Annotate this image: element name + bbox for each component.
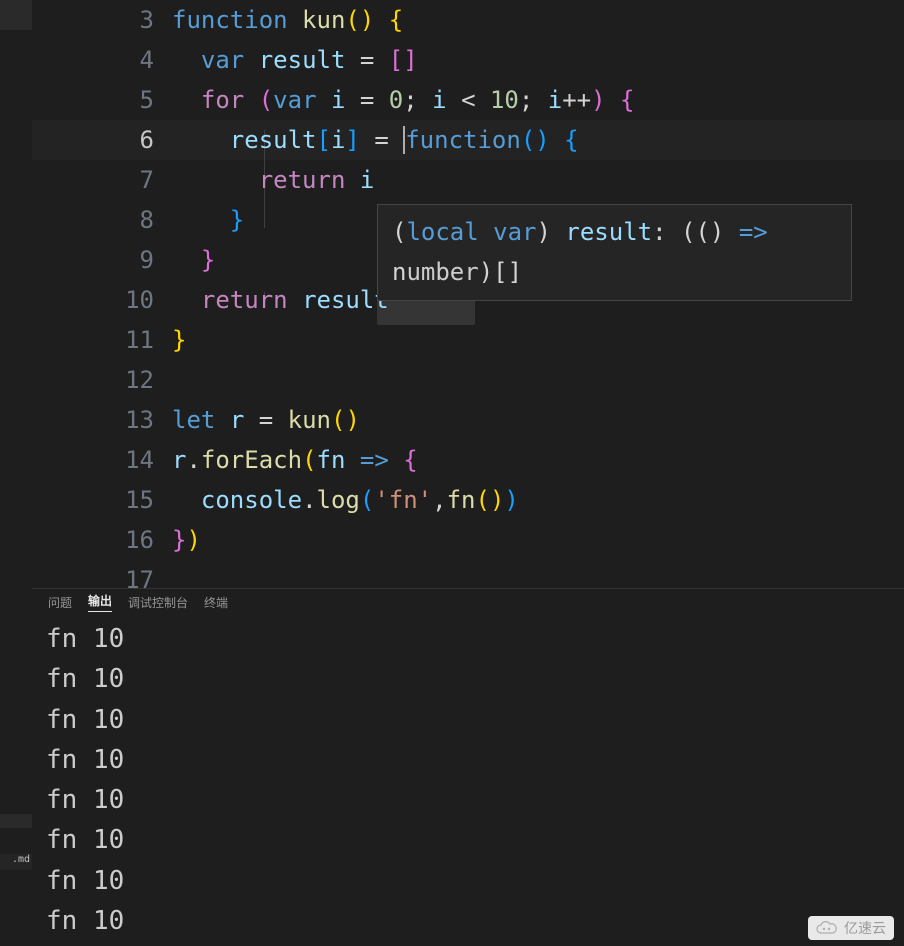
code-editor[interactable]: 3function kun() {4 var result = []5 for … [32, 0, 904, 588]
line-number[interactable]: 15 [32, 480, 172, 520]
line-content[interactable]: for (var i = 0; i < 10; i++) { [172, 80, 904, 120]
line-content[interactable]: let r = kun() [172, 400, 904, 440]
line-number[interactable]: 3 [32, 0, 172, 40]
watermark-text: 亿速云 [844, 918, 886, 938]
code-line[interactable]: 14r.forEach(fn => { [32, 440, 904, 480]
line-number[interactable]: 7 [32, 160, 172, 200]
panel-tabs: 问题输出调试控制台终端 [32, 589, 904, 615]
line-number[interactable]: 4 [32, 40, 172, 80]
hover-tooltip: (local var) result: (() => number)[] [377, 204, 852, 301]
line-number[interactable]: 11 [32, 320, 172, 360]
output-line: fn 10 [46, 901, 890, 941]
output-line: fn 10 [46, 619, 890, 659]
bottom-panel: 问题输出调试控制台终端 fn 10fn 10fn 10fn 10fn 10fn … [32, 588, 904, 946]
line-content[interactable]: result[i] = function() { [172, 120, 904, 160]
cloud-icon [816, 921, 838, 935]
output-line: fn 10 [46, 700, 890, 740]
line-content[interactable]: function kun() { [172, 0, 904, 40]
panel-tab-调试控制台[interactable]: 调试控制台 [128, 594, 188, 611]
output-line: fn 10 [46, 780, 890, 820]
code-line[interactable]: 7 return i [32, 160, 904, 200]
line-number[interactable]: 8 [32, 200, 172, 240]
code-line[interactable]: 5 for (var i = 0; i < 10; i++) { [32, 80, 904, 120]
panel-tab-问题[interactable]: 问题 [48, 594, 72, 611]
line-content[interactable]: }) [172, 520, 904, 560]
sidebar-decoration [0, 0, 32, 30]
code-line[interactable]: 6 result[i] = function() { [32, 120, 904, 160]
watermark: 亿速云 [808, 916, 894, 940]
line-content[interactable] [172, 360, 904, 400]
line-number[interactable]: 9 [32, 240, 172, 280]
output-line: fn 10 [46, 740, 890, 780]
output-line: fn 10 [46, 861, 890, 901]
line-content[interactable]: return i [172, 160, 904, 200]
output-line: fn 10 [46, 820, 890, 860]
code-line[interactable]: 15 console.log('fn',fn()) [32, 480, 904, 520]
code-line[interactable]: 11} [32, 320, 904, 360]
line-content[interactable]: console.log('fn',fn()) [172, 480, 904, 520]
activity-bar: .md [0, 0, 32, 946]
output-content[interactable]: fn 10fn 10fn 10fn 10fn 10fn 10fn 10fn 10 [32, 615, 904, 941]
code-line[interactable]: 13let r = kun() [32, 400, 904, 440]
line-number[interactable]: 14 [32, 440, 172, 480]
panel-tab-终端[interactable]: 终端 [204, 594, 228, 611]
panel-tab-输出[interactable]: 输出 [88, 592, 112, 612]
file-ext-badge: .md [0, 854, 32, 870]
line-number[interactable]: 6 [32, 120, 172, 160]
code-line[interactable]: 16}) [32, 520, 904, 560]
sidebar-decoration [0, 814, 32, 828]
code-line[interactable]: 3function kun() { [32, 0, 904, 40]
line-number[interactable]: 10 [32, 280, 172, 320]
line-number[interactable]: 5 [32, 80, 172, 120]
output-line: fn 10 [46, 659, 890, 699]
line-number[interactable]: 16 [32, 520, 172, 560]
line-content[interactable]: } [172, 320, 904, 360]
line-content[interactable]: var result = [] [172, 40, 904, 80]
line-content[interactable]: r.forEach(fn => { [172, 440, 904, 480]
code-line[interactable]: 12 [32, 360, 904, 400]
line-number[interactable]: 12 [32, 360, 172, 400]
line-number[interactable]: 13 [32, 400, 172, 440]
code-line[interactable]: 4 var result = [] [32, 40, 904, 80]
